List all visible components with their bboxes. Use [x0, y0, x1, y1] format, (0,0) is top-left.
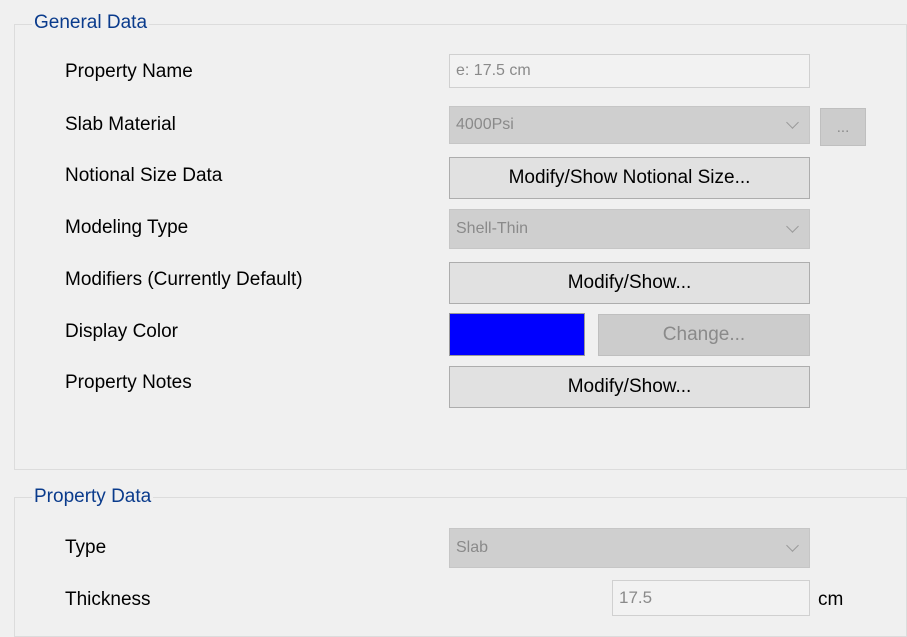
- property-name-field[interactable]: e: 17.5 cm: [449, 54, 810, 88]
- modifiers-label: Modifiers (Currently Default): [65, 269, 303, 290]
- modeling-type-dropdown[interactable]: Shell-Thin: [449, 209, 810, 249]
- property-notes-label: Property Notes: [65, 372, 192, 393]
- thickness-label: Thickness: [65, 589, 151, 610]
- type-dropdown[interactable]: Slab: [449, 528, 810, 568]
- slab-material-value: 4000Psi: [456, 116, 514, 133]
- chevron-down-icon: [786, 539, 799, 552]
- notional-size-button[interactable]: Modify/Show Notional Size...: [449, 157, 810, 199]
- chevron-down-icon: [786, 116, 799, 129]
- thickness-unit: cm: [818, 589, 844, 610]
- property-data-title: Property Data: [32, 486, 154, 508]
- chevron-down-icon: [786, 220, 799, 233]
- change-color-button[interactable]: Change...: [598, 314, 810, 356]
- modifiers-button[interactable]: Modify/Show...: [449, 262, 810, 304]
- display-color-label: Display Color: [65, 321, 178, 342]
- type-label: Type: [65, 537, 107, 558]
- property-name-label: Property Name: [65, 61, 193, 82]
- property-notes-button[interactable]: Modify/Show...: [449, 366, 810, 408]
- display-color-swatch: [449, 313, 585, 356]
- slab-material-browse-button[interactable]: ...: [820, 108, 866, 146]
- type-value: Slab: [456, 539, 489, 556]
- general-data-title: General Data: [32, 12, 150, 34]
- slab-material-label: Slab Material: [65, 114, 176, 135]
- thickness-field[interactable]: 17.5: [612, 580, 810, 616]
- modeling-type-value: Shell-Thin: [456, 220, 529, 237]
- slab-material-dropdown[interactable]: 4000Psi: [449, 106, 810, 144]
- modeling-type-label: Modeling Type: [65, 217, 189, 238]
- notional-size-label: Notional Size Data: [65, 165, 223, 186]
